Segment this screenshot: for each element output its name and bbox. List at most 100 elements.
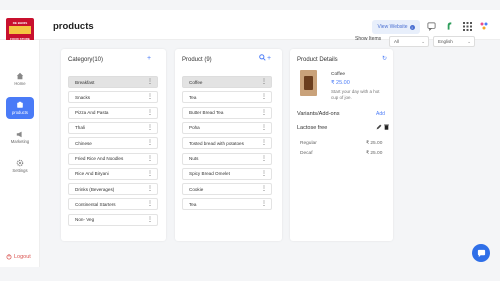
category-list-item[interactable]: Non- Veg ⋮	[68, 213, 158, 226]
logout-label: Logout	[14, 254, 31, 260]
product-name: Coffee	[331, 72, 346, 77]
option-price: ₹ 25.00	[366, 141, 383, 146]
option-price: ₹ 25.00	[366, 151, 383, 156]
category-list-item-label: Snacks	[75, 94, 91, 100]
chat-support-button[interactable]	[472, 244, 490, 262]
sidebar-item-label: Settings	[12, 168, 28, 173]
product-list-item[interactable]: Cookie ⋮	[182, 183, 272, 196]
chevron-down-icon: ⌄	[421, 39, 425, 44]
category-list-item[interactable]: Thali ⋮	[68, 121, 158, 134]
category-list-item[interactable]: Rice And Biryani ⋮	[68, 167, 158, 180]
product-description: Start your day with a hot cup of joe.	[331, 89, 380, 100]
product-list-item-label: Nuts	[189, 156, 199, 161]
show-items-select[interactable]: All ⌄	[389, 36, 429, 47]
more-options-icon[interactable]: ⋮	[261, 170, 267, 179]
product-list-item-label: Butter Bread Tea	[189, 110, 224, 116]
sidebar-item-label: products	[11, 110, 29, 115]
more-options-icon[interactable]: ⋮	[147, 185, 153, 194]
more-options-icon[interactable]: ⋮	[147, 78, 153, 87]
category-panel-title: Category(10)	[68, 57, 104, 63]
chat-icon	[477, 249, 485, 257]
product-list-item-label: Coffee	[189, 79, 203, 85]
view-website-button[interactable]: View Website i	[372, 20, 420, 34]
option-name: Regular	[300, 141, 317, 146]
add-category-button[interactable]: +	[147, 55, 151, 62]
product-list-item-label: Tosted bread with potatoes	[189, 140, 244, 146]
product-image	[300, 70, 317, 96]
more-options-icon[interactable]: ⋮	[261, 200, 267, 209]
sidebar-item-label: Marketing	[10, 139, 30, 144]
product-list-item[interactable]: Tosted bread with potatoes ⋮	[182, 137, 272, 150]
language-select[interactable]: English ⌄	[433, 36, 475, 47]
megaphone-icon	[16, 131, 22, 138]
more-options-icon[interactable]: ⋮	[147, 200, 153, 209]
product-list-item-label: Poha	[189, 125, 200, 131]
category-list-item-label: Continental Starters	[75, 201, 116, 207]
sidebar-item-settings[interactable]: Settings	[6, 155, 34, 177]
view-website-label: View Website	[377, 24, 408, 30]
product-list-item[interactable]: Poha ⋮	[182, 121, 272, 134]
category-list-item[interactable]: Continental Starters ⋮	[68, 198, 158, 211]
add-variant-button[interactable]: Add	[376, 111, 385, 117]
app-frame: DE BHOIS FOOD STORE products View Websit…	[0, 0, 500, 281]
category-list-item[interactable]: Breakfast ⋮	[68, 76, 158, 88]
category-list-item[interactable]: Drinks (Beverages) ⋮	[68, 183, 158, 196]
edit-icon[interactable]	[376, 124, 382, 132]
user-status-icon[interactable]	[479, 21, 489, 31]
logo-band	[9, 26, 31, 34]
more-options-icon[interactable]: ⋮	[261, 155, 267, 164]
option-name: Decaf	[300, 151, 313, 156]
product-panel-title: Product (9)	[182, 57, 212, 63]
more-options-icon[interactable]: ⋮	[147, 139, 153, 148]
sidebar-item-products[interactable]: products	[6, 97, 34, 119]
product-list-item[interactable]: Spicy Bread Omelet ⋮	[182, 167, 272, 180]
show-items-value: All	[394, 39, 400, 44]
more-options-icon[interactable]: ⋮	[261, 124, 267, 133]
leaf-icon[interactable]	[444, 21, 454, 31]
product-list-item[interactable]: Butter Bread Tea ⋮	[182, 106, 272, 119]
product-list-item[interactable]: Coffee ⋮	[182, 76, 272, 88]
search-icon[interactable]	[259, 54, 266, 63]
gear-icon	[16, 159, 24, 167]
more-options-icon[interactable]: ⋮	[147, 124, 153, 133]
more-options-icon[interactable]: ⋮	[147, 155, 153, 164]
more-options-icon[interactable]: ⋮	[147, 93, 153, 102]
more-options-icon[interactable]: ⋮	[147, 216, 153, 225]
box-icon	[17, 101, 23, 108]
sidebar-item-marketing[interactable]: Marketing	[6, 126, 34, 148]
category-list-item[interactable]: Snacks ⋮	[68, 91, 158, 104]
category-list-item[interactable]: Chinese ⋮	[68, 137, 158, 150]
category-panel: Category(10) + Breakfast ⋮ Snacks ⋮ Pizza An…	[61, 49, 166, 241]
category-list-item[interactable]: Fried Rice And Noodles ⋮	[68, 152, 158, 165]
category-list-item-label: Thali	[75, 125, 85, 131]
logout-button[interactable]: Logout	[6, 254, 31, 260]
more-options-icon[interactable]: ⋮	[261, 185, 267, 194]
add-product-button[interactable]: +	[267, 55, 271, 62]
chat-bubble-icon[interactable]	[426, 21, 436, 31]
category-list-item[interactable]: Pizza And Pasta ⋮	[68, 106, 158, 119]
category-list-item-label: Drinks (Beverages)	[75, 186, 115, 192]
show-items-label: Show Items	[355, 36, 382, 42]
product-panel: Product (9) + Coffee ⋮ Tea ⋮ Butter Bread Te…	[175, 49, 282, 241]
home-icon	[16, 72, 24, 80]
sidebar-item-home[interactable]: Home	[6, 68, 34, 90]
product-list-item-label: Tea	[189, 201, 197, 207]
more-options-icon[interactable]: ⋮	[261, 78, 267, 87]
more-options-icon[interactable]: ⋮	[261, 139, 267, 148]
product-list-item[interactable]: Nuts ⋮	[182, 152, 272, 165]
product-list-item[interactable]: Tea ⋮	[182, 91, 272, 104]
more-options-icon[interactable]: ⋮	[261, 93, 267, 102]
refresh-icon[interactable]: ↻	[382, 55, 387, 62]
delete-icon[interactable]	[384, 124, 389, 132]
category-list-item-label: Rice And Biryani	[75, 171, 109, 177]
product-list-item[interactable]: Tea ⋮	[182, 198, 272, 211]
page-title: products	[53, 21, 94, 32]
product-list-item-label: Cookie	[189, 186, 204, 192]
category-list-item-label: Pizza And Pasta	[75, 110, 109, 116]
grid-icon[interactable]	[462, 21, 472, 31]
more-options-icon[interactable]: ⋮	[261, 109, 267, 118]
category-list-item-label: Breakfast	[75, 79, 95, 85]
product-list-item-label: Spicy Bread Omelet	[189, 171, 230, 177]
more-options-icon[interactable]: ⋮	[147, 109, 153, 118]
more-options-icon[interactable]: ⋮	[147, 170, 153, 179]
